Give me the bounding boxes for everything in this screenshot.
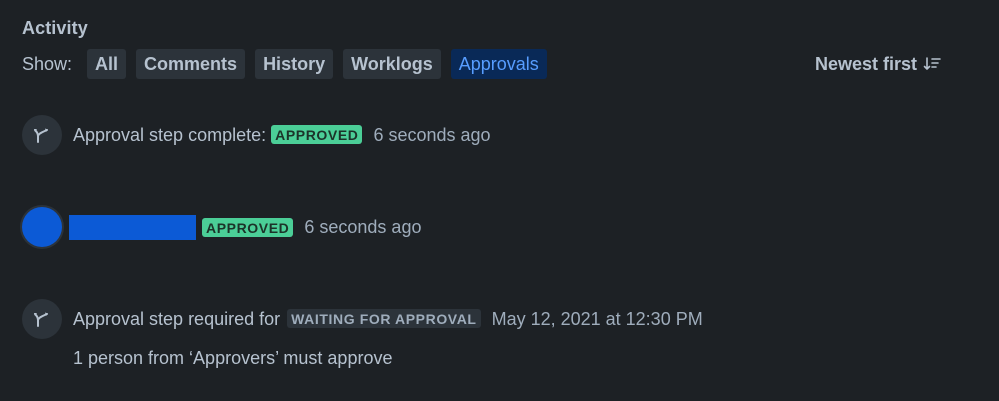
status-lozenge: WAITING FOR APPROVAL — [287, 308, 481, 328]
activity-timestamp: May 12, 2021 at 12:30 PM — [491, 308, 703, 329]
avatar[interactable] — [22, 207, 62, 247]
show-label: Show: — [22, 53, 73, 74]
branch-icon — [22, 299, 62, 339]
activity-title: Activity — [22, 18, 88, 38]
filter-approvals-button[interactable]: Approvals — [450, 49, 547, 79]
user-name-link[interactable] — [69, 214, 196, 240]
activity-item: APPROVED 6 seconds ago — [22, 207, 421, 247]
filter-worklogs-button[interactable]: Worklogs — [343, 49, 441, 79]
activity-filter-bar: Show: All Comments History Worklogs Appr… — [22, 49, 557, 79]
activity-message: Approval step required for — [73, 308, 281, 329]
sort-order-button[interactable]: Newest first — [815, 49, 941, 79]
filter-history-button[interactable]: History — [255, 49, 334, 79]
activity-panel: Activity Show: All Comments History Work… — [0, 0, 999, 401]
sort-descending-icon — [923, 56, 941, 72]
activity-item: Approval step complete: APPROVED 6 second… — [22, 115, 491, 155]
activity-item: Approval step required for WAITING FOR AP… — [22, 299, 703, 339]
filter-all-button[interactable]: All — [87, 49, 127, 79]
activity-text: Approval step required for WAITING FOR AP… — [73, 308, 481, 330]
sort-label: Newest first — [814, 53, 917, 74]
activity-timestamp: 6 seconds ago — [373, 124, 491, 145]
approval-requirement-text: 1 person from ‘Approvers’ must approve — [73, 348, 393, 368]
status-lozenge: APPROVED — [202, 217, 294, 237]
activity-timestamp: 6 seconds ago — [304, 216, 422, 237]
filter-comments-button[interactable]: Comments — [136, 49, 246, 79]
status-lozenge: APPROVED — [271, 124, 363, 144]
activity-text: Approval step complete: APPROVED — [73, 124, 363, 146]
branch-icon — [22, 115, 62, 155]
activity-message: Approval step complete: — [73, 124, 267, 145]
